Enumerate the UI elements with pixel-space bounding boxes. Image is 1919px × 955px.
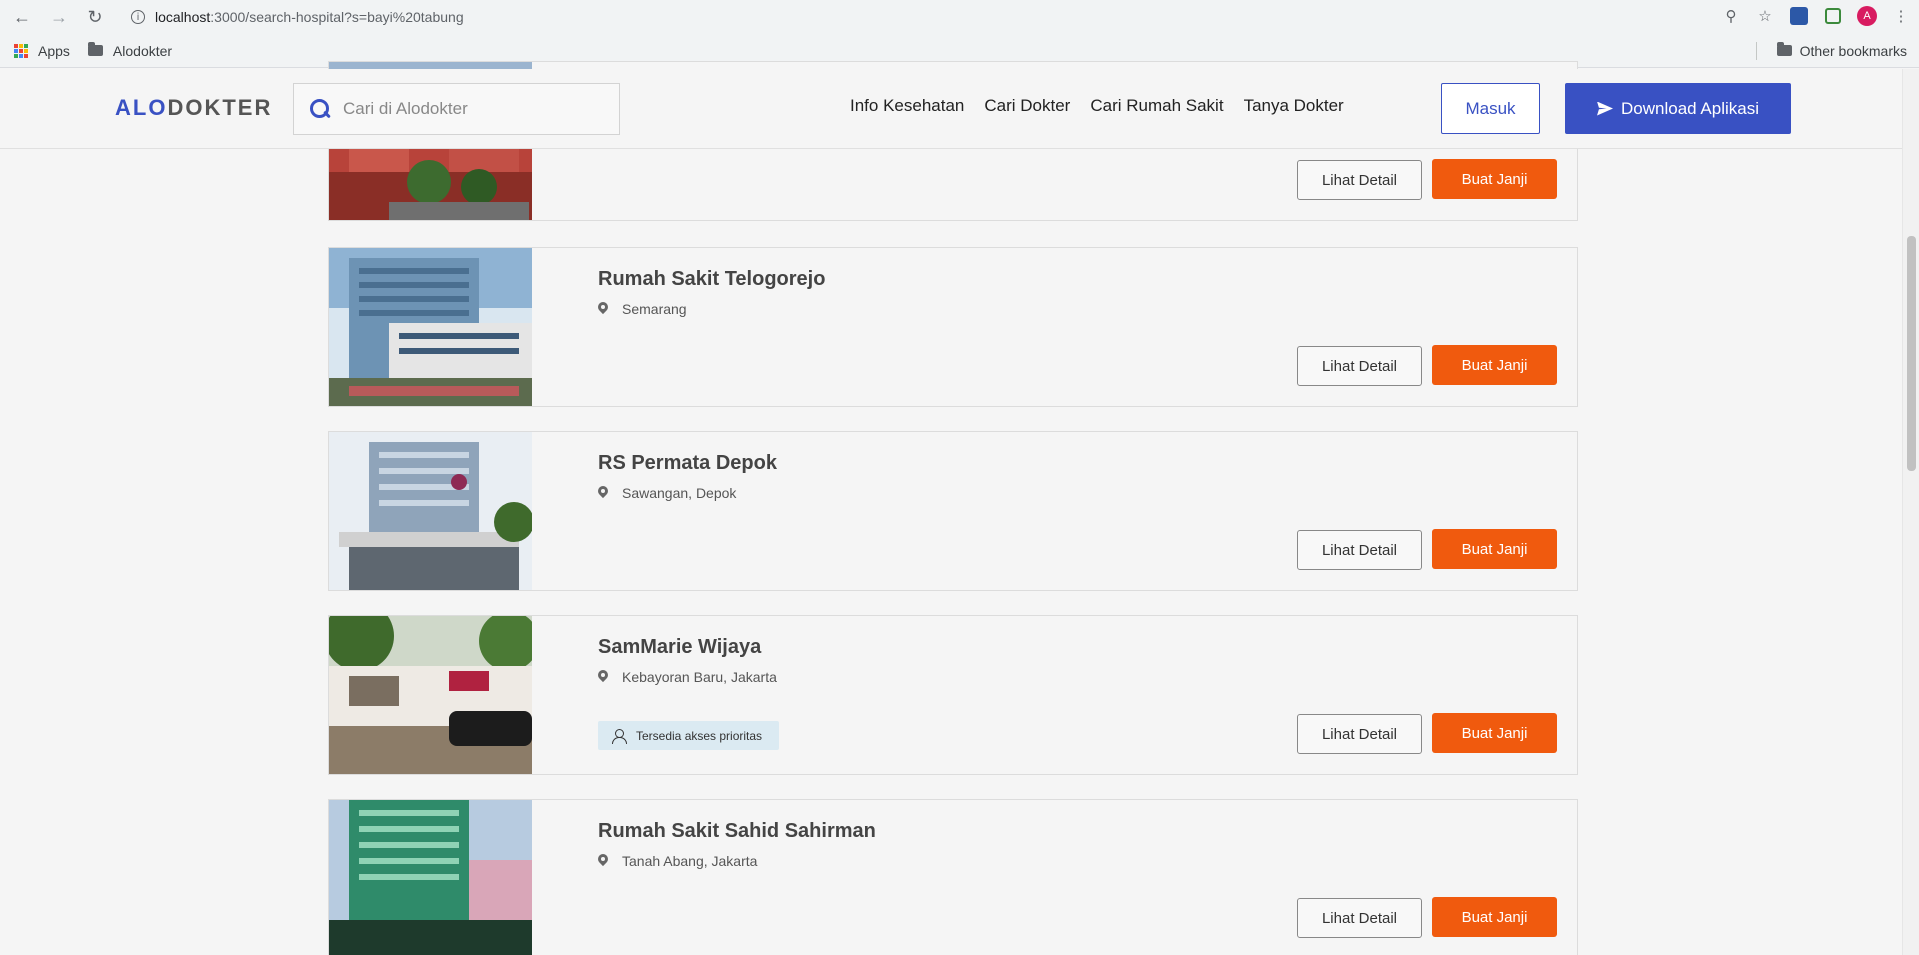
hospital-photo[interactable]: [329, 616, 532, 774]
hospital-location: Kebayoran Baru, Jakarta: [598, 669, 777, 685]
nav-cari-dokter[interactable]: Cari Dokter: [984, 96, 1070, 116]
bookmark-alodokter[interactable]: Alodokter: [113, 43, 172, 59]
scrollbar-thumb[interactable]: [1907, 236, 1916, 471]
nav-tanya-dokter[interactable]: Tanya Dokter: [1244, 96, 1344, 116]
location-text: Tanah Abang, Jakarta: [622, 853, 758, 869]
book-appointment-button[interactable]: Buat Janji: [1432, 159, 1557, 199]
login-button[interactable]: Masuk: [1441, 83, 1540, 134]
detail-button[interactable]: Lihat Detail: [1297, 530, 1422, 570]
folder-icon: [87, 42, 103, 56]
reload-icon[interactable]: ↻: [81, 3, 109, 31]
location-pin-icon: [598, 486, 608, 500]
detail-button[interactable]: Lihat Detail: [1297, 898, 1422, 938]
priority-access-badge: Tersedia akses prioritas: [598, 721, 780, 750]
location-text: Sawangan, Depok: [622, 485, 737, 501]
info-icon[interactable]: i: [131, 10, 145, 24]
star-icon[interactable]: ☆: [1755, 4, 1775, 28]
extension-2-icon[interactable]: [1823, 4, 1843, 28]
hospital-name[interactable]: Rumah Sakit Sahid Sahirman: [598, 820, 876, 843]
user-icon: [612, 728, 627, 744]
main-nav: Info Kesehatan Cari Dokter Cari Rumah Sa…: [850, 96, 1344, 116]
hospital-card: SamMarie Wijaya Kebayoran Baru, Jakarta …: [328, 615, 1578, 775]
nav-cari-rumah-sakit[interactable]: Cari Rumah Sakit: [1090, 96, 1223, 116]
apps-grid-icon[interactable]: [14, 43, 28, 58]
book-appointment-button[interactable]: Buat Janji: [1432, 897, 1557, 937]
book-appointment-button[interactable]: Buat Janji: [1432, 345, 1557, 385]
profile-avatar[interactable]: A: [1857, 6, 1877, 26]
hospital-name[interactable]: RS Permata Depok: [598, 452, 777, 475]
location-pin-icon: [598, 670, 608, 684]
hospital-location: Sawangan, Depok: [598, 485, 736, 501]
download-app-label: Download Aplikasi: [1621, 98, 1759, 118]
location-pin-icon: [598, 854, 608, 868]
zoom-icon[interactable]: ⚲: [1721, 4, 1741, 28]
hospital-location: Semarang: [598, 301, 687, 317]
site-header: ALODOKTER Info Kesehatan Cari Dokter Car…: [0, 69, 1902, 149]
hospital-card: Rumah Sakit Telogorejo Semarang Lihat De…: [328, 247, 1578, 407]
send-icon: [1597, 101, 1614, 116]
nav-info-kesehatan[interactable]: Info Kesehatan: [850, 96, 964, 116]
hospital-card: RS Permata Depok Sawangan, Depok Lihat D…: [328, 431, 1578, 591]
folder-icon: [1776, 42, 1792, 56]
other-bookmarks[interactable]: Other bookmarks: [1776, 42, 1907, 59]
book-appointment-button[interactable]: Buat Janji: [1432, 713, 1557, 753]
hospital-card: Rumah Sakit Sahid Sahirman Tanah Abang, …: [328, 799, 1578, 955]
page-scrollbar[interactable]: [1902, 69, 1919, 955]
alodokter-logo[interactable]: ALODOKTER: [115, 95, 272, 121]
location-text: Kebayoran Baru, Jakarta: [622, 669, 777, 685]
hospital-location: Tanah Abang, Jakarta: [598, 853, 757, 869]
forward-arrow-icon[interactable]: →: [45, 3, 73, 31]
download-app-button[interactable]: Download Aplikasi: [1565, 83, 1791, 134]
extension-icon[interactable]: [1789, 4, 1809, 28]
hospital-photo[interactable]: [329, 432, 532, 590]
address-bar[interactable]: i localhost:3000/search-hospital?s=bayi%…: [131, 9, 464, 25]
search-input[interactable]: [343, 99, 583, 119]
more-menu-icon[interactable]: ⋮: [1891, 4, 1911, 28]
bookmark-divider: [1756, 42, 1757, 60]
url-path: :3000/search-hospital?s=bayi%20tabung: [210, 9, 464, 25]
search-icon[interactable]: [309, 98, 331, 120]
back-arrow-icon[interactable]: ←: [8, 3, 36, 31]
url-host: localhost: [155, 9, 211, 25]
book-appointment-button[interactable]: Buat Janji: [1432, 529, 1557, 569]
hospital-photo[interactable]: [329, 800, 532, 955]
browser-toolbar: ← → ↻ i localhost:3000/search-hospital?s…: [0, 0, 1919, 34]
location-text: Semarang: [622, 301, 687, 317]
priority-access-label: Tersedia akses prioritas: [636, 728, 763, 743]
hospital-name[interactable]: Rumah Sakit Telogorejo: [598, 268, 825, 291]
detail-button[interactable]: Lihat Detail: [1297, 346, 1422, 386]
search-box[interactable]: [293, 83, 620, 135]
other-bookmarks-label: Other bookmarks: [1799, 42, 1907, 59]
detail-button[interactable]: Lihat Detail: [1297, 160, 1422, 200]
hospital-photo[interactable]: [329, 248, 532, 406]
hospital-name[interactable]: SamMarie Wijaya: [598, 636, 761, 659]
detail-button[interactable]: Lihat Detail: [1297, 714, 1422, 754]
location-pin-icon: [598, 302, 608, 316]
bookmark-apps[interactable]: Apps: [38, 43, 70, 59]
